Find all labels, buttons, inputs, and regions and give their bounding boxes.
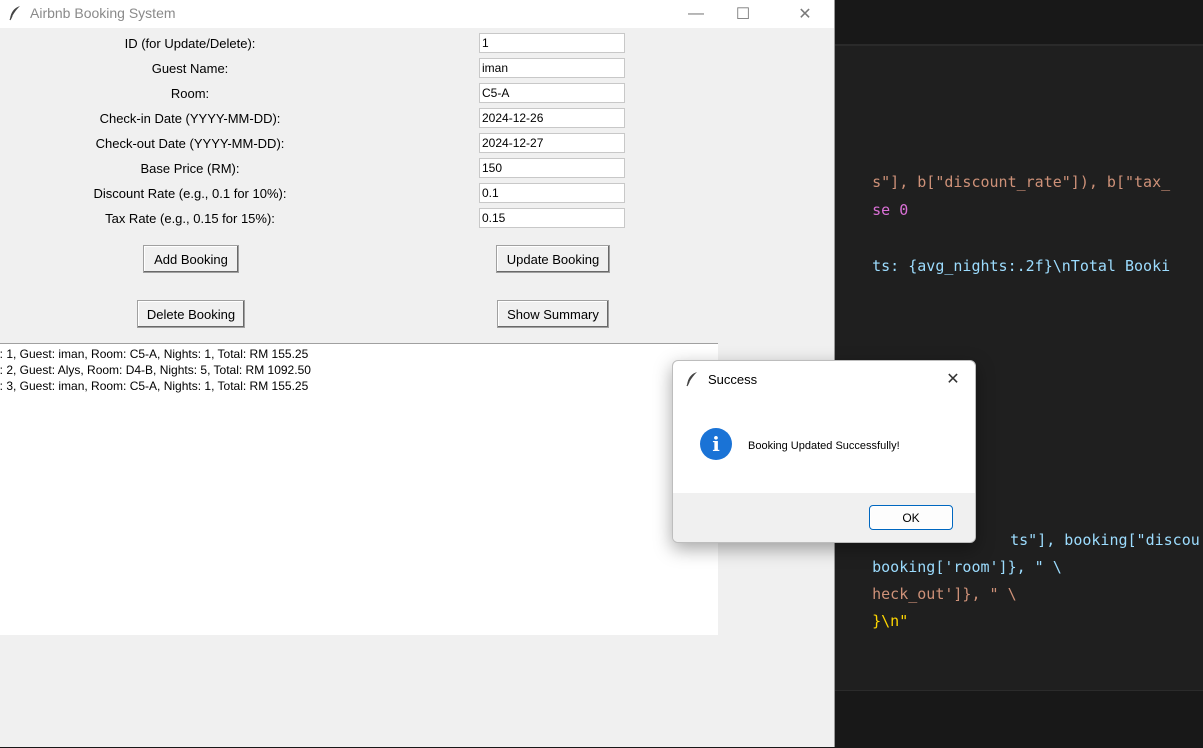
discount-rate-input[interactable]: 0.1 (479, 183, 625, 203)
base-price-input[interactable]: 150 (479, 158, 625, 178)
update-booking-button[interactable]: Update Booking (496, 245, 610, 273)
code-line: ts: {avg_nights:.2f}\nTotal Booki (836, 239, 1170, 293)
check-out-label: Check-out Date (YYYY-MM-DD): (95, 136, 285, 151)
feather-icon (8, 5, 22, 26)
room-input[interactable]: C5-A (479, 83, 625, 103)
success-dialog: Success ✕ i Booking Updated Successfully… (672, 360, 976, 543)
guest-name-input[interactable]: iman (479, 58, 625, 78)
bookings-listbox[interactable]: D: 1, Guest: iman, Room: C5-A, Nights: 1… (0, 343, 718, 635)
check-out-input[interactable]: 2024-12-27 (479, 133, 625, 153)
ok-button[interactable]: OK (869, 505, 953, 530)
feather-icon (685, 371, 699, 392)
tax-rate-input[interactable]: 0.15 (479, 208, 625, 228)
info-icon: i (700, 428, 732, 460)
maximize-button[interactable]: ☐ (720, 0, 766, 28)
minimize-button[interactable]: — (673, 0, 719, 28)
discount-rate-label: Discount Rate (e.g., 0.1 for 10%): (93, 186, 287, 201)
code-text: s"], b["discount_rate"]), b["tax_ (872, 173, 1171, 191)
list-item[interactable]: D: 3, Guest: iman, Room: C5-A, Nights: 1… (0, 379, 308, 393)
add-booking-button[interactable]: Add Booking (143, 245, 239, 273)
dialog-message: Booking Updated Successfully! (748, 440, 900, 452)
list-item[interactable]: D: 1, Guest: iman, Room: C5-A, Nights: 1… (0, 347, 308, 361)
base-price-label: Base Price (RM): (140, 161, 240, 176)
id-label: ID (for Update/Delete): (124, 36, 256, 51)
close-button[interactable]: ✕ (782, 0, 828, 28)
window-title: Airbnb Booking System (30, 5, 176, 21)
id-input[interactable]: 1 (479, 33, 625, 53)
dialog-title: Success (708, 372, 758, 387)
window-titlebar[interactable]: Airbnb Booking System — ☐ ✕ (0, 0, 834, 28)
show-summary-button[interactable]: Show Summary (497, 300, 609, 328)
room-label: Room: (170, 86, 210, 101)
code-line: se 0 (836, 183, 908, 237)
code-text: }\n" (872, 612, 909, 630)
guest-name-label: Guest Name: (151, 61, 229, 76)
check-in-label: Check-in Date (YYYY-MM-DD): (99, 111, 281, 126)
code-line: }\n" (836, 594, 908, 648)
dialog-close-button[interactable]: ✕ (939, 367, 967, 391)
list-item[interactable]: D: 2, Guest: Alys, Room: D4-B, Nights: 5… (0, 363, 311, 377)
code-text: ts: {avg_nights:.2f}\nTotal Booki (872, 257, 1171, 275)
delete-booking-button[interactable]: Delete Booking (137, 300, 245, 328)
check-in-input[interactable]: 2024-12-26 (479, 108, 625, 128)
code-text: se 0 (872, 201, 909, 219)
tax-rate-label: Tax Rate (e.g., 0.15 for 15%): (105, 211, 275, 226)
